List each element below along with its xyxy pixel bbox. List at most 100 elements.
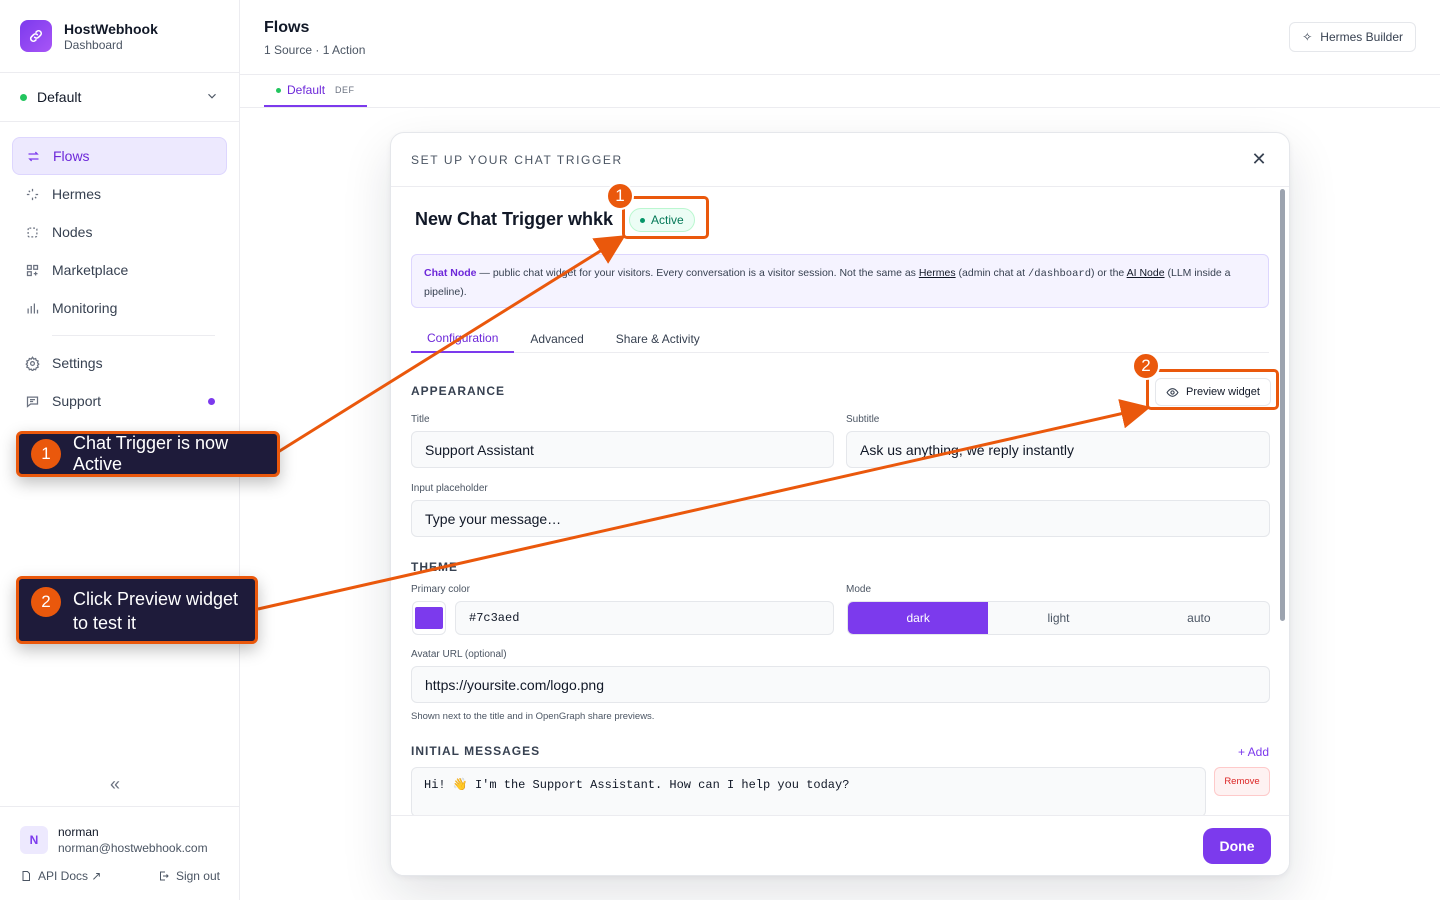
sidebar-item-nodes[interactable]: Nodes bbox=[12, 213, 227, 251]
sidebar-item-label: Marketplace bbox=[52, 262, 129, 278]
color-swatch[interactable] bbox=[412, 601, 446, 635]
info-text: ) or the bbox=[1091, 267, 1127, 279]
sparkle-icon: ✧ bbox=[1302, 30, 1313, 44]
annotation-number: 1 bbox=[31, 439, 61, 469]
sidebar-item-label: Nodes bbox=[52, 224, 93, 240]
tab-label: Default bbox=[287, 83, 326, 97]
callout-1: 1 Chat Trigger is now Active bbox=[16, 431, 280, 477]
avatar-url-label: Avatar URL (optional) bbox=[411, 649, 507, 660]
sign-out-link[interactable]: Sign out bbox=[158, 869, 220, 883]
primary-color-input[interactable]: #7c3aed bbox=[455, 601, 834, 635]
sidebar-item-settings[interactable]: Settings bbox=[12, 344, 227, 382]
initial-messages-heading: INITIAL MESSAGES bbox=[411, 744, 541, 758]
avatar[interactable]: N bbox=[20, 826, 48, 854]
hermes-link[interactable]: Hermes bbox=[919, 267, 956, 279]
chat-trigger-modal: SET UP YOUR CHAT TRIGGER ✕ New Chat Trig… bbox=[390, 132, 1290, 876]
sidebar-item-label: Settings bbox=[52, 355, 103, 371]
callout-text: Chat Trigger is now Active bbox=[73, 433, 229, 474]
modal-body: New Chat Trigger whkk Active Chat Node —… bbox=[391, 188, 1277, 817]
sign-out-icon bbox=[159, 871, 169, 881]
user-block: N norman norman@hostwebhook.com API Docs… bbox=[0, 806, 240, 883]
brand[interactable]: HostWebhook Dashboard bbox=[0, 0, 239, 73]
page-subtitle: 1 Source · 1 Action bbox=[264, 43, 366, 57]
api-docs-label: API Docs ↗ bbox=[38, 869, 102, 883]
info-strong: Chat Node bbox=[424, 267, 477, 279]
placeholder-input[interactable]: Type your message… bbox=[411, 500, 1270, 537]
brand-subtitle: Dashboard bbox=[64, 37, 123, 52]
page-header: Flows 1 Source · 1 Action ✧ Hermes Build… bbox=[240, 0, 1440, 75]
tab-advanced[interactable]: Advanced bbox=[514, 324, 599, 353]
mode-auto[interactable]: auto bbox=[1129, 602, 1269, 634]
tab-share-activity[interactable]: Share & Activity bbox=[600, 324, 716, 353]
modal-tabs: Configuration Advanced Share & Activity bbox=[411, 324, 1269, 353]
collapse-sidebar-icon[interactable]: « bbox=[110, 774, 120, 795]
subtitle-label: Subtitle bbox=[846, 414, 880, 425]
chat-icon bbox=[24, 393, 40, 409]
close-icon[interactable]: ✕ bbox=[1249, 149, 1269, 170]
status-dot bbox=[276, 87, 281, 93]
status-dot bbox=[20, 93, 27, 101]
info-text: — public chat widget for your visitors. … bbox=[476, 267, 919, 279]
sidebar-item-hermes[interactable]: Hermes bbox=[12, 175, 227, 213]
mode-dark[interactable]: dark bbox=[848, 602, 989, 634]
info-box: Chat Node — public chat widget for your … bbox=[411, 254, 1269, 308]
chevron-down-icon bbox=[205, 89, 219, 106]
tab-configuration[interactable]: Configuration bbox=[411, 324, 515, 353]
avatar-hint: Shown next to the title and in OpenGraph… bbox=[411, 711, 655, 722]
hermes-builder-label: Hermes Builder bbox=[1320, 30, 1403, 44]
workspace-selector[interactable]: Default bbox=[0, 73, 239, 122]
title-input[interactable]: Support Assistant bbox=[411, 431, 834, 468]
sidebar-item-support[interactable]: Support bbox=[12, 382, 227, 420]
sidebar-nav: Flows Hermes Nodes Marketplace Monitorin… bbox=[0, 122, 239, 420]
sidebar-item-marketplace[interactable]: Marketplace bbox=[12, 251, 227, 289]
api-docs-link[interactable]: API Docs ↗ bbox=[20, 869, 101, 883]
hermes-builder-button[interactable]: ✧ Hermes Builder bbox=[1289, 22, 1416, 52]
user-email: norman@hostwebhook.com bbox=[58, 841, 208, 855]
tab-tag: DEF bbox=[335, 85, 355, 95]
notification-dot bbox=[208, 397, 215, 405]
done-button[interactable]: Done bbox=[1203, 828, 1271, 864]
subtitle-input[interactable]: Ask us anything, we reply instantly bbox=[846, 431, 1270, 468]
annotation-number: 2 bbox=[31, 587, 61, 617]
trigger-name: New Chat Trigger whkk bbox=[415, 209, 614, 229]
mode-selector: dark light auto bbox=[847, 601, 1270, 635]
annotation-number: 2 bbox=[1132, 352, 1160, 380]
appearance-heading: APPEARANCE bbox=[411, 384, 506, 398]
remove-message-button[interactable]: Remove bbox=[1214, 767, 1270, 796]
scrollbar[interactable] bbox=[1280, 189, 1285, 621]
annotation-number: 1 bbox=[606, 182, 634, 210]
add-message-button[interactable]: + Add bbox=[1238, 745, 1269, 759]
document-icon bbox=[22, 871, 30, 881]
modal-footer: Done bbox=[391, 815, 1289, 875]
avatar-url-input[interactable]: https://yoursite.com/logo.png bbox=[411, 666, 1270, 703]
brand-name: HostWebhook bbox=[64, 20, 158, 37]
tab-default[interactable]: Default DEF bbox=[264, 75, 367, 107]
title-label: Title bbox=[411, 414, 430, 425]
placeholder-label: Input placeholder bbox=[411, 483, 488, 494]
primary-color-label: Primary color bbox=[411, 584, 470, 595]
workspace-name: Default bbox=[37, 89, 82, 105]
sidebar-item-label: Flows bbox=[53, 148, 90, 164]
ai-node-link[interactable]: AI Node bbox=[1127, 267, 1165, 279]
sign-out-label: Sign out bbox=[175, 869, 220, 883]
divider bbox=[52, 335, 215, 336]
sidebar-item-monitoring[interactable]: Monitoring bbox=[12, 289, 227, 327]
callout-2: 2 Click Preview widget to test it bbox=[16, 576, 258, 644]
monitoring-icon bbox=[24, 300, 40, 316]
nodes-icon bbox=[24, 224, 40, 240]
info-code: /dashboard bbox=[1027, 268, 1091, 280]
page-title: Flows bbox=[264, 19, 310, 36]
mode-light[interactable]: light bbox=[988, 602, 1128, 634]
flows-icon bbox=[25, 148, 41, 164]
sidebar-item-label: Support bbox=[52, 393, 102, 409]
callout-text: Click Preview widget to test it bbox=[73, 589, 239, 633]
flow-tabs: Default DEF bbox=[240, 75, 1440, 108]
marketplace-icon bbox=[24, 262, 40, 278]
initial-message-textarea[interactable]: Hi! 👋 I'm the Support Assistant. How can… bbox=[411, 767, 1206, 817]
mode-label: Mode bbox=[846, 584, 872, 595]
sidebar-item-label: Monitoring bbox=[52, 300, 118, 316]
link-icon bbox=[20, 20, 52, 52]
info-text: (admin chat at bbox=[955, 267, 1028, 279]
sidebar-item-flows[interactable]: Flows bbox=[12, 137, 227, 175]
sidebar-item-label: Hermes bbox=[52, 186, 102, 202]
